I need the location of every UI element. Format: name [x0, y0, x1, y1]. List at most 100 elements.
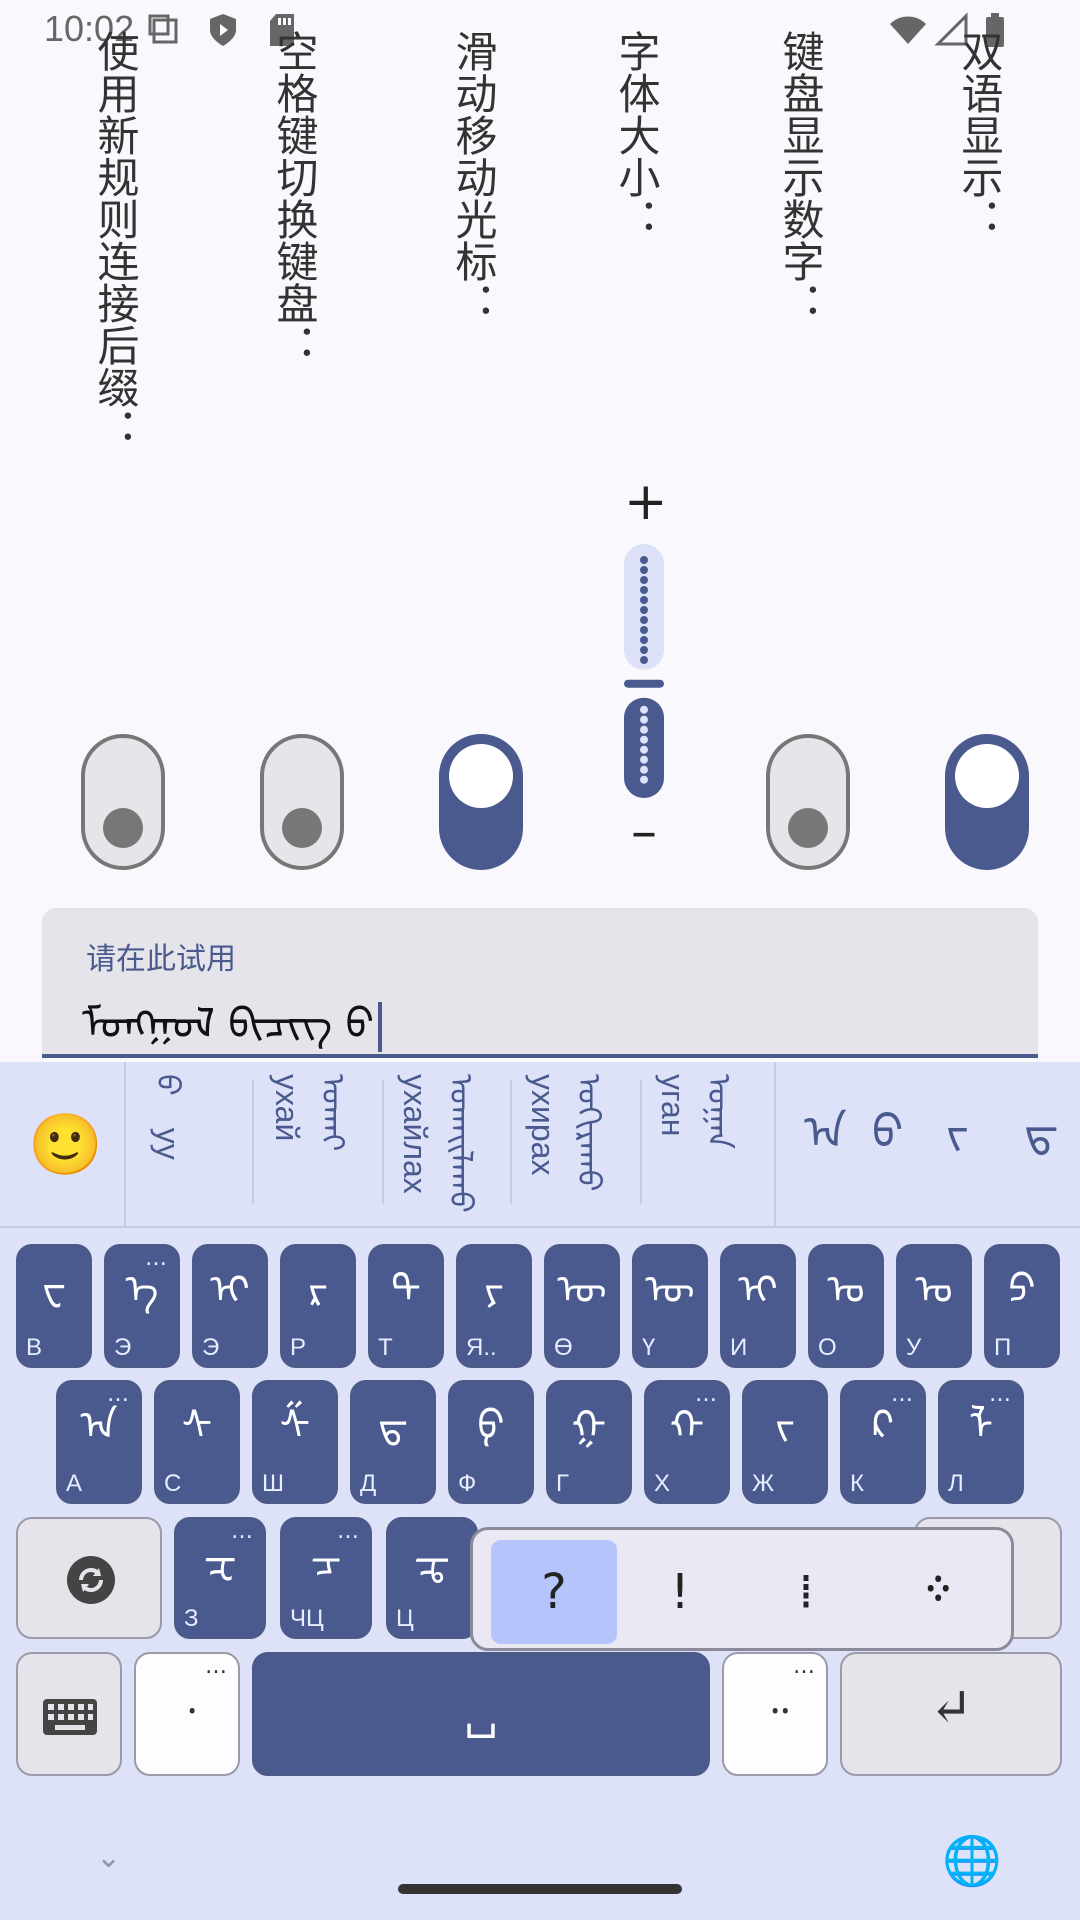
key-glyph: ᠰ — [181, 1403, 213, 1449]
font-size-plus[interactable]: + — [624, 476, 668, 528]
key-row2-6[interactable]: … ᠬ Х — [644, 1380, 730, 1504]
new-suffix-rules-toggle[interactable] — [81, 734, 165, 870]
key-row2-9[interactable]: … ᠯ Л — [938, 1380, 1024, 1504]
setting-label-show-numbers: 键盘显示数字： — [776, 30, 825, 324]
key-row1-2[interactable]: ᠢЭ — [192, 1244, 268, 1368]
key-row2-4[interactable]: ᠹФ — [448, 1380, 534, 1504]
key-row2-1[interactable]: ᠰС — [154, 1380, 240, 1504]
suggestion-3[interactable]: ᠤᠬᠠᠢᠯᠠᠬᠤ ухайлах — [396, 1074, 489, 1214]
globe-icon[interactable]: 🌐 — [942, 1832, 1002, 1889]
popup-exclamation[interactable]: ! — [617, 1540, 743, 1644]
show-numbers-toggle[interactable] — [766, 734, 850, 870]
space-key[interactable]: ␣ — [252, 1652, 710, 1776]
key-row1-7[interactable]: ᠦҮ — [632, 1244, 708, 1368]
comma-key[interactable]: … ᠂ — [134, 1652, 240, 1776]
key-sublabel: Ө — [554, 1334, 573, 1361]
key-sublabel: ЧЦ — [290, 1605, 324, 1632]
key-row2-7[interactable]: ᠵЖ — [742, 1380, 828, 1504]
glyph-suggestion-4[interactable]: ᠳ — [1024, 1082, 1058, 1162]
key-row1-6[interactable]: ᠥӨ — [544, 1244, 620, 1368]
key-sublabel: С — [164, 1470, 182, 1497]
key-sublabel: Э — [202, 1334, 220, 1361]
glyph-suggestion-1[interactable]: ᠠ — [804, 1082, 847, 1162]
key-row2-2[interactable]: ᠱШ — [252, 1380, 338, 1504]
swipe-cursor-toggle[interactable] — [439, 734, 523, 870]
glyph-suggestion-2[interactable]: ᠪ — [872, 1082, 903, 1162]
popup-colon[interactable]: ⁞ — [743, 1540, 869, 1644]
test-input-label: 请在此试用 — [86, 942, 236, 977]
keyboard-icon — [43, 1699, 97, 1735]
key-sublabel: Я.. — [466, 1334, 497, 1361]
screenshot-icon — [148, 14, 178, 44]
popup-fourdot[interactable]: ᠅ — [869, 1540, 995, 1644]
setting-label-new-suffix-rules: 使用新规则连接后缀： — [91, 30, 140, 450]
suggestion-5[interactable]: ᠤᠭᠠᠨ уган — [654, 1074, 747, 1214]
key-row3-0[interactable]: … ᠽ З — [174, 1517, 266, 1639]
key-row1-4[interactable]: ᠲТ — [368, 1244, 444, 1368]
punctuation-popup: ? ! ⁞ ᠅ — [470, 1527, 1014, 1651]
key-sublabel: К — [850, 1470, 864, 1497]
suggestion-4[interactable]: ᠤᠬᠢᠷᠠᠬᠤ ухирах — [524, 1074, 617, 1214]
key-row3-2[interactable]: ᠼЦ — [386, 1517, 478, 1639]
key-glyph: ᠴ — [310, 1540, 342, 1586]
key-glyph: ᠯ — [968, 1403, 994, 1449]
key-row1-5[interactable]: ᠶ Я.. — [456, 1244, 532, 1368]
keyboard-key[interactable] — [16, 1652, 122, 1776]
key-row1-1[interactable]: … ᠡ Э — [104, 1244, 180, 1368]
key-row2-0[interactable]: … ᠠ А — [56, 1380, 142, 1504]
key-row1-9[interactable]: ᠣО — [808, 1244, 884, 1368]
key-glyph: ᠱ — [279, 1403, 311, 1449]
shield-play-icon — [210, 14, 236, 46]
mongolian-keyboard: 🙂 ᠪ уу ᠤᠬᠠᠢ ухай ᠤᠬᠠᠢᠯᠠᠬᠤ ухайлах ᠤᠬᠢᠷᠠᠬ… — [0, 1062, 1080, 1920]
text-caret — [378, 1002, 383, 1052]
key-row2-3[interactable]: ᠳД — [350, 1380, 436, 1504]
key-sublabel: Ф — [458, 1470, 477, 1497]
suggestion-1[interactable]: ᠪ уу — [140, 1074, 196, 1214]
key-row1-10[interactable]: ᠤУ — [896, 1244, 972, 1368]
key-glyph: ᠷ — [308, 1267, 328, 1313]
key-row1-3[interactable]: ᠷР — [280, 1244, 356, 1368]
key-glyph: ᠤ — [915, 1267, 953, 1313]
glyph-suggestion-3[interactable]: ᠵ — [946, 1082, 969, 1162]
gesture-handle — [398, 1884, 682, 1894]
test-input-field[interactable]: 请在此试用 ᠮᠣᠩᠭᠣᠯ ᠪᠢᠴᠢᠭ ᠪ — [42, 908, 1038, 1058]
key-sublabel: В — [26, 1334, 43, 1361]
bilingual-toggle[interactable] — [945, 734, 1029, 870]
key-row2-5[interactable]: ᠭГ — [546, 1380, 632, 1504]
key-sublabel: Т — [378, 1334, 393, 1361]
switch-keyboard-key[interactable] — [16, 1517, 162, 1639]
key-sublabel: П — [994, 1334, 1012, 1361]
key-sublabel: Ш — [262, 1470, 284, 1497]
font-size-minus[interactable]: – — [624, 806, 664, 858]
key-row1-8[interactable]: ᠢИ — [720, 1244, 796, 1368]
key-row1-0[interactable]: ᠸВ — [16, 1244, 92, 1368]
emoji-button[interactable]: 🙂 — [28, 1112, 103, 1178]
key-sublabel: У — [906, 1334, 922, 1361]
key-sublabel: Р — [290, 1334, 307, 1361]
key-row1-11[interactable]: ᠫП — [984, 1244, 1060, 1368]
key-sublabel: Ү — [642, 1334, 656, 1361]
key-glyph: ᠲ — [391, 1267, 421, 1313]
key-glyph: ᠦ — [645, 1267, 695, 1313]
key-sublabel: О — [818, 1334, 837, 1361]
period-key[interactable]: … ᠃ — [722, 1652, 828, 1776]
key-glyph: ᠹ — [477, 1403, 505, 1449]
key-row2-8[interactable]: … ᠺ К — [840, 1380, 926, 1504]
enter-key[interactable]: ↵ — [840, 1652, 1062, 1776]
key-sublabel: Х — [654, 1470, 671, 1497]
font-size-slider[interactable] — [622, 540, 666, 802]
hide-keyboard-icon[interactable]: ⌄ — [96, 1840, 121, 1875]
space-switch-keyboard-toggle[interactable] — [260, 734, 344, 870]
status-bar: 10:02 — [0, 0, 1080, 62]
key-glyph: ᠭ — [571, 1403, 607, 1449]
key-sublabel: Г — [556, 1470, 569, 1497]
popup-question-mark[interactable]: ? — [491, 1540, 617, 1644]
setting-label-swipe-cursor: 滑动移动光标： — [449, 30, 498, 324]
key-row3-1[interactable]: … ᠴ ЧЦ — [280, 1517, 372, 1639]
font-size-slider-thumb — [624, 679, 664, 688]
suggestion-bar: 🙂 ᠪ уу ᠤᠬᠠᠢ ухай ᠤᠬᠠᠢᠯᠠᠬᠤ ухайлах ᠤᠬᠢᠷᠠᠬ… — [0, 1062, 1080, 1228]
setting-label-bilingual: 双语显示： — [955, 30, 1004, 240]
key-sublabel: Ж — [752, 1470, 775, 1497]
suggestion-2[interactable]: ᠤᠬᠠᠢ ухай — [268, 1074, 361, 1214]
key-glyph: ᠼ — [414, 1540, 450, 1586]
